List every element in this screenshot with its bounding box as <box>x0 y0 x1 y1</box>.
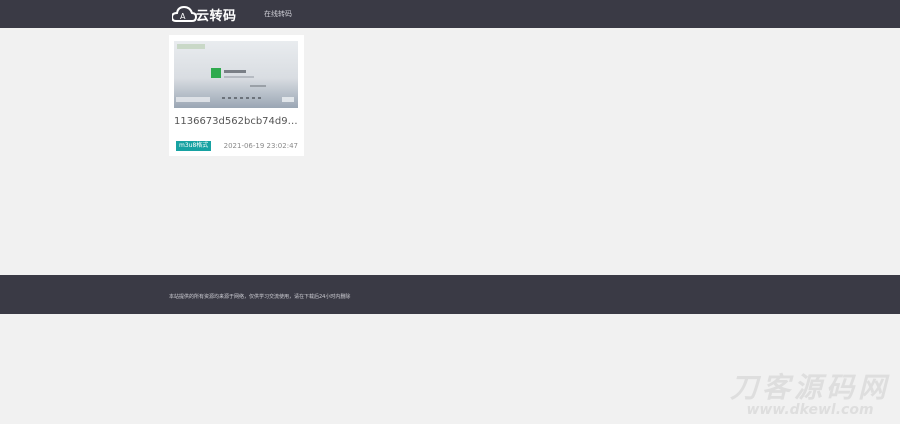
watermark-url: www.dkewl.com <box>746 402 874 418</box>
footer-disclaimer: 本站提供的所有资源均来源于网络，仅供学习交流使用，请在下载后24小时内删除 <box>169 294 351 300</box>
top-navbar: A 云转码 在线转码 <box>0 0 900 28</box>
video-title[interactable]: 1136673d562bcb74d933ba5... <box>174 116 298 127</box>
video-card[interactable]: 1136673d562bcb74d933ba5... m3u8格式 2021-0… <box>169 35 304 156</box>
site-name[interactable]: 云转码 <box>196 5 237 24</box>
watermark: 刀客源码网 www.dkewl.com <box>730 366 890 418</box>
app-icon <box>211 68 221 78</box>
footer: 本站提供的所有资源均来源于网络，仅供学习交流使用，请在下载后24小时内删除 <box>0 275 900 314</box>
watermark-title: 刀客源码网 <box>729 371 890 404</box>
upload-date: 2021-06-19 23:02:47 <box>223 142 298 150</box>
svg-text:A: A <box>180 12 186 21</box>
video-thumbnail[interactable] <box>174 41 298 108</box>
format-badge: m3u8格式 <box>176 141 212 151</box>
nav-online-transcode[interactable]: 在线转码 <box>264 9 292 19</box>
